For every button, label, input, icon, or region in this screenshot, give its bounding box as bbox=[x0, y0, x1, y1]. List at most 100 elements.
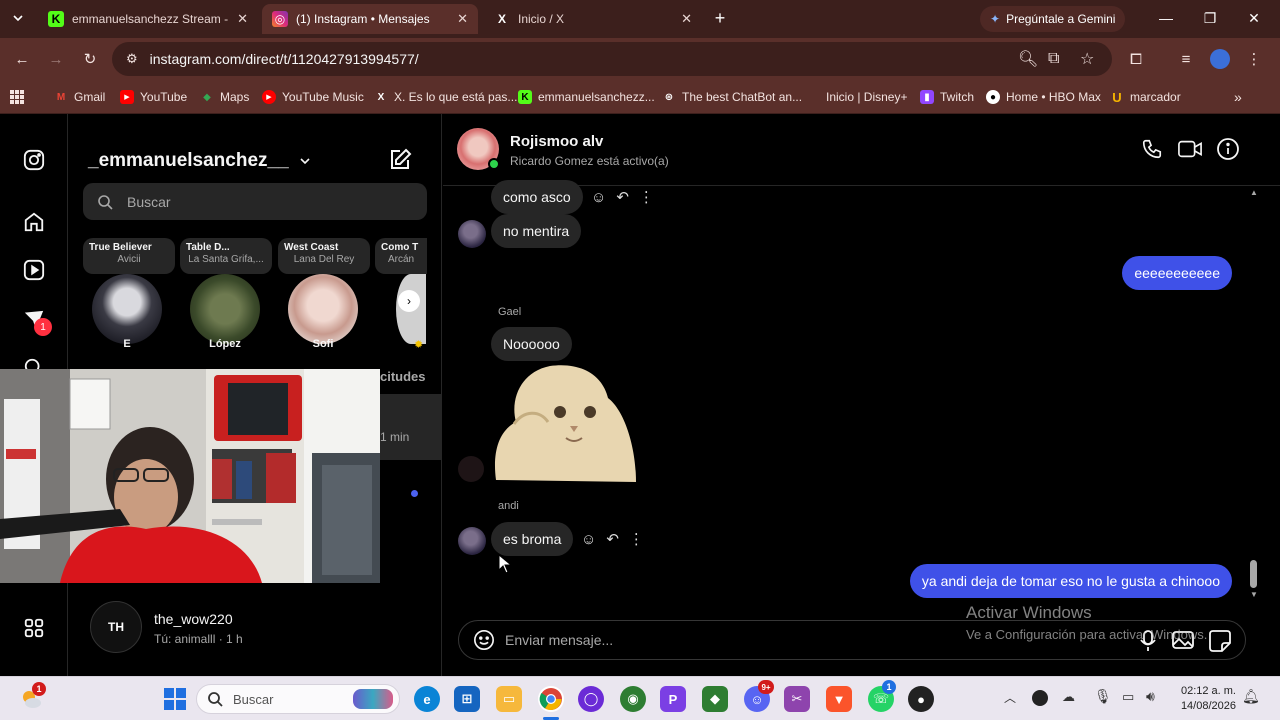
search-input[interactable]: Buscar bbox=[127, 194, 171, 210]
whatsapp-icon[interactable]: ☏ 1 bbox=[868, 680, 896, 712]
clock[interactable]: 02:12 a. m. 14/08/2026 bbox=[1172, 684, 1236, 714]
bookmark-youtube[interactable]: ▶ YouTube bbox=[120, 87, 187, 107]
avatar[interactable] bbox=[190, 274, 260, 344]
store-icon[interactable]: ⊞ bbox=[454, 686, 480, 712]
microphone-tray-icon[interactable]: 🎙︎ bbox=[1094, 688, 1112, 705]
tab-x-home[interactable]: X Inicio / X ✕ bbox=[484, 4, 702, 34]
more-icon[interactable]: ⋮ bbox=[639, 188, 654, 206]
star-icon[interactable]: ☆ bbox=[1080, 49, 1094, 69]
tray-chevron-icon[interactable]: ︿ bbox=[1004, 689, 1016, 706]
list-item[interactable]: TH the_wow220 Tú: animalll · 1 h bbox=[68, 594, 442, 658]
brave-icon[interactable]: ▼ bbox=[826, 686, 852, 712]
emoji-icon[interactable] bbox=[473, 629, 495, 656]
bookmark-marcador[interactable]: Umarcador bbox=[1110, 87, 1180, 107]
message-bubble[interactable]: no mentira bbox=[491, 214, 582, 248]
message-bubble[interactable]: ya andi deja de tomar eso no le gusta a … bbox=[909, 564, 1232, 598]
scroll-down-icon[interactable]: ▼ bbox=[1250, 590, 1258, 599]
menu-icon[interactable]: ⋮ bbox=[1242, 47, 1266, 71]
phone-icon[interactable] bbox=[1141, 138, 1163, 165]
message-input[interactable]: Enviar mensaje... bbox=[505, 632, 613, 648]
close-icon[interactable]: ✕ bbox=[237, 11, 248, 27]
video-call-icon[interactable] bbox=[1178, 138, 1202, 165]
bookmark-hbo[interactable]: ● Home • HBO Max bbox=[986, 87, 1101, 107]
bookmark-kick[interactable]: Kemmanuelsanchezz... bbox=[518, 87, 655, 107]
app-diamond-icon[interactable]: ◆ bbox=[702, 686, 728, 712]
taskbar-search[interactable]: Buscar bbox=[196, 684, 400, 714]
home-icon[interactable] bbox=[20, 208, 48, 236]
search-box[interactable]: Buscar bbox=[83, 183, 427, 220]
reels-icon[interactable] bbox=[20, 256, 48, 284]
volume-icon[interactable]: 🔊︎ bbox=[1146, 688, 1155, 705]
more-icon[interactable] bbox=[20, 614, 48, 642]
scrollbar[interactable]: ▲ ▼ bbox=[1249, 186, 1259, 674]
new-message-icon[interactable] bbox=[388, 148, 414, 174]
restore-button[interactable]: ❐ bbox=[1190, 6, 1230, 30]
start-icon[interactable] bbox=[162, 686, 188, 712]
tray-app-icon[interactable] bbox=[1032, 690, 1048, 706]
avatar[interactable] bbox=[288, 274, 358, 344]
message-bubble[interactable]: eeeeeeeeeee bbox=[1122, 256, 1232, 290]
snipping-icon[interactable]: ✂ bbox=[784, 686, 810, 712]
sticker-icon[interactable] bbox=[1209, 630, 1231, 657]
avatar[interactable] bbox=[458, 220, 486, 248]
instagram-logo-icon[interactable] bbox=[20, 146, 48, 174]
bookmark-youtube-music[interactable]: ▶ YouTube Music bbox=[262, 87, 364, 107]
scroll-thumb[interactable] bbox=[1250, 560, 1257, 588]
note-bubble[interactable]: Table D... La Santa Grifa,... bbox=[180, 238, 272, 274]
reply-icon[interactable]: ↶ bbox=[606, 530, 619, 548]
messages-icon[interactable]: 1 bbox=[20, 306, 52, 336]
bookmark-twitch[interactable]: ▮ Twitch bbox=[920, 87, 974, 107]
notifications-icon[interactable]: 🔔︎ bbox=[1242, 688, 1260, 705]
avatar[interactable] bbox=[458, 456, 484, 482]
scroll-up-icon[interactable]: ▲ bbox=[1250, 188, 1258, 197]
media-icon[interactable]: ≡ bbox=[1174, 47, 1198, 71]
edge-icon[interactable]: e bbox=[414, 686, 440, 712]
more-bookmarks-icon[interactable]: » bbox=[1234, 87, 1242, 107]
apps-icon[interactable] bbox=[10, 87, 24, 107]
minimize-button[interactable]: — bbox=[1146, 6, 1186, 30]
conversation-row-selected[interactable] bbox=[380, 394, 442, 460]
url-text[interactable]: instagram.com/direct/t/1120427913994577/ bbox=[150, 51, 419, 67]
close-icon[interactable]: ✕ bbox=[457, 11, 468, 27]
extensions-icon[interactable]: ⧠ bbox=[1124, 47, 1148, 71]
tab-instagram[interactable]: ◎ (1) Instagram • Mensajes ✕ bbox=[262, 4, 478, 34]
note-bubble[interactable]: West Coast Lana Del Rey bbox=[278, 238, 370, 274]
bookmark-disney[interactable]: Inicio | Disney+ bbox=[806, 87, 908, 107]
app-p-icon[interactable]: P bbox=[660, 686, 686, 712]
bookmark-gmail[interactable]: M Gmail bbox=[54, 87, 106, 107]
tab-kick-stream[interactable]: K emmanuelsanchezz Stream - W ✕ bbox=[38, 4, 258, 34]
username-switcher[interactable]: _emmanuelsanchez__ bbox=[88, 150, 311, 172]
address-bar[interactable]: ⚙ instagram.com/direct/t/112042791399457… bbox=[112, 42, 1112, 76]
weather-icon[interactable]: 1 bbox=[18, 682, 46, 712]
tab-search-icon[interactable] bbox=[2, 6, 34, 30]
chrome-alt-icon[interactable]: ◉ bbox=[620, 686, 646, 712]
forward-icon[interactable]: → bbox=[44, 47, 68, 71]
profile-avatar[interactable] bbox=[1208, 47, 1232, 71]
app-icon[interactable]: ◯ bbox=[578, 686, 604, 712]
close-icon[interactable]: ✕ bbox=[681, 11, 692, 27]
react-icon[interactable]: ☺ bbox=[591, 189, 606, 206]
network-icon[interactable]: ▭ bbox=[1122, 689, 1134, 705]
chrome-icon[interactable] bbox=[538, 686, 564, 712]
message-bubble[interactable]: Noooooo bbox=[491, 327, 572, 361]
site-settings-icon[interactable]: ⚙ bbox=[126, 51, 138, 67]
info-icon[interactable] bbox=[1216, 137, 1240, 166]
close-window-button[interactable]: ✕ bbox=[1234, 6, 1274, 30]
gemini-button[interactable]: ✦ Pregúntale a Gemini bbox=[980, 6, 1126, 32]
obs-icon[interactable]: ● bbox=[908, 686, 934, 712]
zoom-icon[interactable]: 🔍︎ bbox=[1018, 49, 1038, 69]
install-icon[interactable]: ⧉ bbox=[1048, 50, 1059, 68]
bookmark-chatbot[interactable]: ⊛ The best ChatBot an... bbox=[662, 87, 802, 107]
note-bubble[interactable]: True Believer Avicii bbox=[83, 238, 175, 274]
back-icon[interactable]: ← bbox=[10, 47, 34, 71]
avatar[interactable] bbox=[458, 527, 486, 555]
taskbar-search-input[interactable]: Buscar bbox=[233, 692, 273, 707]
new-tab-button[interactable]: + bbox=[704, 6, 736, 30]
bookmark-maps[interactable]: ◆ Maps bbox=[200, 87, 249, 107]
message-bubble[interactable]: es broma bbox=[491, 522, 574, 556]
note-bubble[interactable]: Como T Arcán bbox=[375, 238, 427, 274]
next-stories-button[interactable]: › bbox=[398, 290, 420, 312]
onedrive-icon[interactable]: ☁ bbox=[1062, 689, 1075, 705]
reload-icon[interactable]: ↻ bbox=[78, 47, 102, 71]
reply-icon[interactable]: ↶ bbox=[616, 188, 629, 206]
